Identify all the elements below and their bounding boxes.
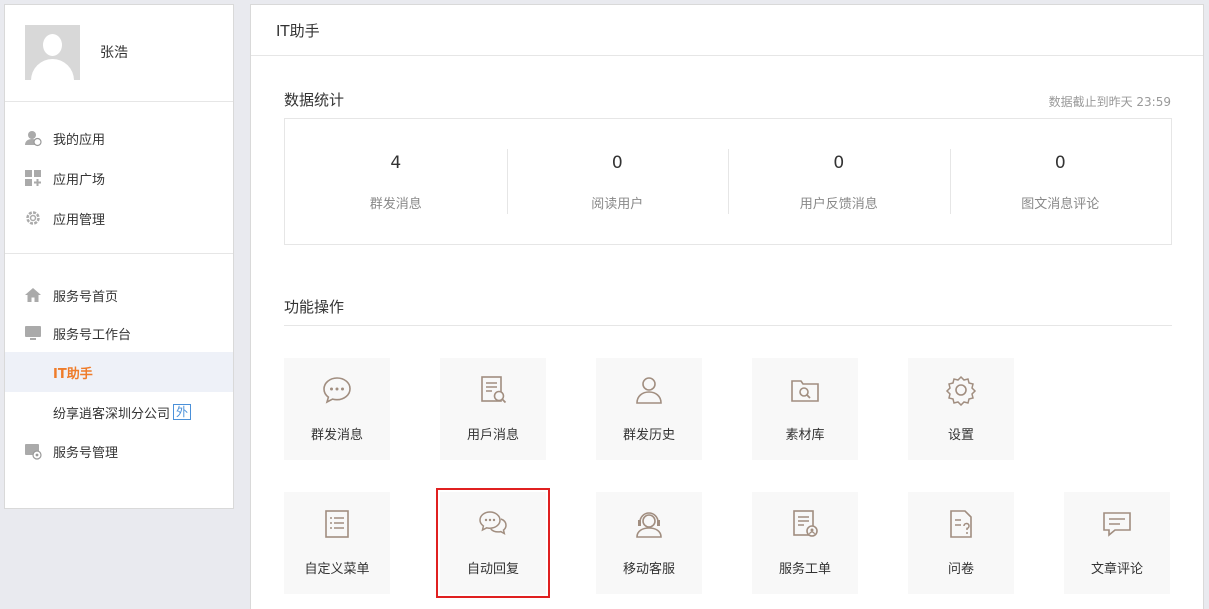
tile-label: 移动客服 bbox=[622, 562, 675, 577]
stat-label: 群发消息 bbox=[369, 197, 422, 212]
list-icon bbox=[321, 508, 353, 540]
sidebar-item-label: 服务号首页 bbox=[53, 289, 119, 305]
sidebar-item-app-manage[interactable]: 应用管理 bbox=[5, 198, 233, 238]
stats-title: 数据统计 bbox=[284, 91, 345, 109]
profile: 张浩 bbox=[5, 5, 233, 102]
tile-mobile-support[interactable]: 移动客服 bbox=[596, 492, 702, 594]
person-icon bbox=[633, 374, 665, 406]
stat-value: 0 bbox=[833, 153, 845, 173]
stats-box: 4 群发消息 0 阅读用户 0 用户反馈消息 0 图文消息评论 bbox=[284, 118, 1172, 245]
sidebar-item-service-manage[interactable]: 服务号管理 bbox=[5, 432, 233, 470]
tile-label: 自定义菜单 bbox=[304, 562, 370, 577]
chat-double-icon bbox=[477, 508, 509, 540]
manage-icon bbox=[24, 442, 42, 460]
sidebar-item-label: 服务号管理 bbox=[53, 445, 119, 461]
tile-service-ticket[interactable]: 服务工单 bbox=[752, 492, 858, 594]
gear-icon bbox=[24, 209, 42, 227]
tile-auto-reply[interactable]: 自动回复 bbox=[436, 488, 550, 598]
ticket-icon bbox=[789, 508, 821, 540]
tile-user-messages[interactable]: 用戶消息 bbox=[440, 358, 546, 460]
user-app-icon bbox=[24, 129, 42, 147]
sidebar-item-label: 纷享逍客深圳分公司 bbox=[53, 406, 171, 422]
tile-questionnaire[interactable]: 问卷 bbox=[908, 492, 1014, 594]
home-icon bbox=[24, 286, 42, 304]
sidebar-item-label: 我的应用 bbox=[53, 132, 106, 148]
sidebar-item-label: 服务号工作台 bbox=[53, 327, 132, 343]
sidebar: 张浩 我的应用 应用广场 应用管理 服务号首页 服务号工作台 IT助手 纷享逍客… bbox=[4, 4, 234, 509]
sidebar-subitem-shenzhen-branch[interactable]: 纷享逍客深圳分公司 外 bbox=[5, 392, 233, 432]
stat-label: 阅读用户 bbox=[591, 197, 644, 212]
tile-settings[interactable]: 设置 bbox=[908, 358, 1014, 460]
stat-label: 用户反馈消息 bbox=[799, 197, 878, 212]
monitor-icon bbox=[24, 324, 42, 342]
main-panel: IT助手 数据统计 数据截止到昨天 23:59 4 群发消息 0 阅读用户 0 … bbox=[250, 4, 1204, 609]
sidebar-item-app-square[interactable]: 应用广场 bbox=[5, 158, 233, 198]
divider bbox=[284, 325, 1172, 326]
question-doc-icon bbox=[945, 508, 977, 540]
tile-label: 设置 bbox=[947, 428, 974, 443]
chat-bubble-icon bbox=[321, 374, 353, 406]
stat-mass-messages[interactable]: 4 群发消息 bbox=[285, 119, 507, 244]
grid-icon bbox=[24, 169, 42, 187]
stat-user-feedback[interactable]: 0 用户反馈消息 bbox=[728, 119, 950, 244]
tile-label: 群发历史 bbox=[622, 428, 675, 443]
sidebar-item-my-apps[interactable]: 我的应用 bbox=[5, 118, 233, 158]
functions-title: 功能操作 bbox=[284, 298, 345, 316]
tile-mass-history[interactable]: 群发历史 bbox=[596, 358, 702, 460]
stats-note: 数据截止到昨天 23:59 bbox=[1048, 95, 1171, 109]
stat-label: 图文消息评论 bbox=[1021, 197, 1100, 212]
folder-search-icon bbox=[789, 374, 821, 406]
sidebar-item-workbench[interactable]: 服务号工作台 bbox=[5, 314, 233, 352]
tile-mass-message[interactable]: 群发消息 bbox=[284, 358, 390, 460]
headset-icon bbox=[633, 508, 665, 540]
tile-article-comments[interactable]: 文章评论 bbox=[1064, 492, 1170, 594]
page-title: IT助手 bbox=[251, 5, 1203, 56]
tile-custom-menu[interactable]: 自定义菜单 bbox=[284, 492, 390, 594]
sidebar-item-label: IT助手 bbox=[53, 366, 93, 382]
sidebar-item-service-home[interactable]: 服务号首页 bbox=[5, 276, 233, 314]
tile-label: 问卷 bbox=[947, 562, 974, 577]
stat-value: 0 bbox=[611, 153, 623, 173]
document-search-icon bbox=[477, 374, 509, 406]
stat-value: 0 bbox=[1054, 153, 1066, 173]
tile-label: 文章评论 bbox=[1090, 562, 1143, 577]
sidebar-item-label: 应用广场 bbox=[53, 172, 106, 188]
external-badge: 外 bbox=[173, 404, 192, 420]
username: 张浩 bbox=[100, 45, 128, 61]
sidebar-subitem-it-assistant[interactable]: IT助手 bbox=[5, 352, 233, 392]
comment-icon bbox=[1101, 508, 1133, 540]
stat-article-comments[interactable]: 0 图文消息评论 bbox=[949, 119, 1172, 244]
tile-label: 素材库 bbox=[785, 428, 825, 443]
tile-label: 服务工单 bbox=[778, 562, 831, 577]
tile-label: 群发消息 bbox=[310, 428, 363, 443]
tile-label: 自动回复 bbox=[466, 562, 519, 577]
gear-icon bbox=[945, 374, 977, 407]
stat-read-users[interactable]: 0 阅读用户 bbox=[506, 119, 729, 244]
avatar[interactable] bbox=[25, 25, 80, 80]
tile-material-library[interactable]: 素材库 bbox=[752, 358, 858, 460]
sidebar-item-label: 应用管理 bbox=[53, 212, 106, 228]
tile-label: 用戶消息 bbox=[466, 428, 519, 443]
stat-value: 4 bbox=[390, 153, 402, 173]
